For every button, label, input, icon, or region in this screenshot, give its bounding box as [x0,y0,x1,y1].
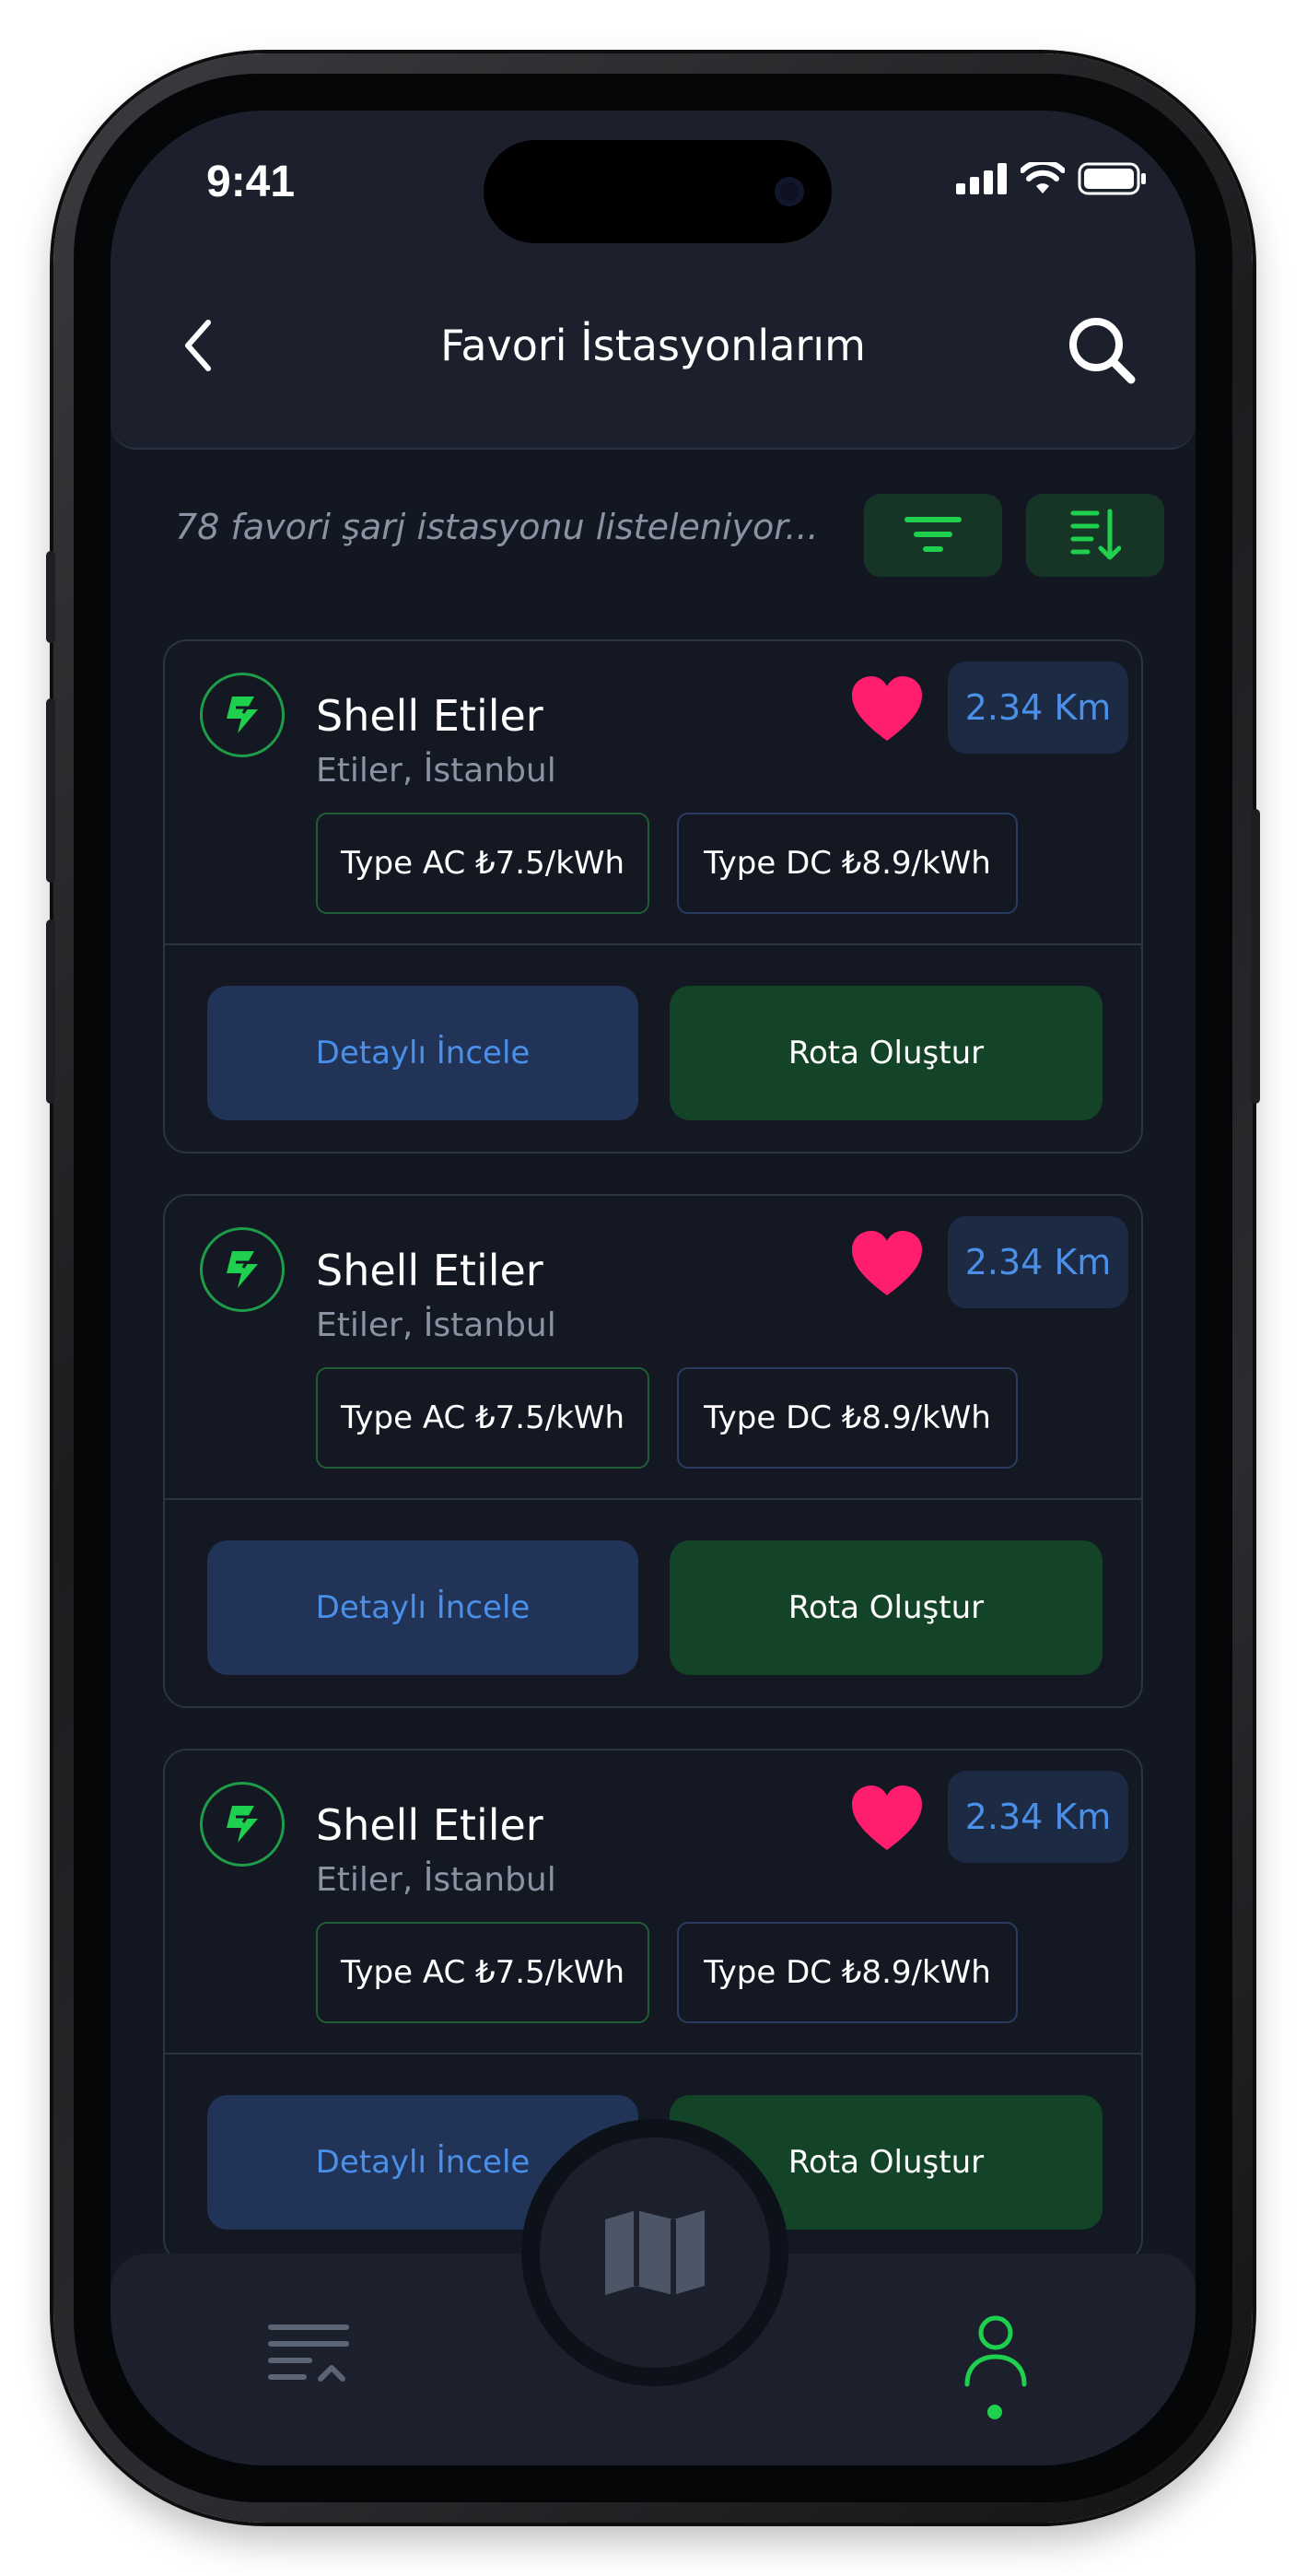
filter-button[interactable] [864,494,1002,577]
sort-button[interactable] [1026,494,1164,577]
connector-tag-ac: Type AC ₺7.5/kWh [316,813,649,914]
connector-tag-dc: Type DC ₺8.9/kWh [677,813,1018,914]
heart-icon[interactable] [850,1229,924,1299]
volume-down-button [46,919,55,1104]
card-divider [165,943,1141,945]
status-icons [956,162,1148,195]
station-logo [200,1227,285,1312]
detail-button[interactable]: Detaylı İncele [207,986,638,1120]
station-location: Etiler, İstanbul [316,1861,556,1899]
station-name: Shell Etiler [316,1246,543,1295]
heart-icon[interactable] [850,674,924,744]
wifi-icon [1021,162,1065,193]
card-divider [165,2053,1141,2055]
station-name: Shell Etiler [316,691,543,741]
volume-up-button [46,698,55,883]
station-location: Etiler, İstanbul [316,1306,556,1344]
charging-bolt-icon [227,1806,258,1843]
list-icon[interactable] [267,2322,350,2386]
route-button[interactable]: Rota Oluştur [670,986,1103,1120]
map-icon [605,2210,705,2295]
battery-icon [1078,162,1146,195]
card-divider [165,1498,1141,1500]
power-button [1251,809,1260,1104]
filter-icon [904,517,962,552]
station-name: Shell Etiler [316,1800,543,1850]
action-button [46,551,55,643]
dynamic-island [484,140,832,243]
connector-tag-ac: Type AC ₺7.5/kWh [316,1922,649,2023]
distance-badge: 2.34 Km [948,1771,1128,1863]
route-button[interactable]: Rota Oluştur [670,1540,1103,1675]
search-button[interactable] [1065,313,1138,387]
connector-tag-ac: Type AC ₺7.5/kWh [316,1367,649,1469]
connector-tag-dc: Type DC ₺8.9/kWh [677,1922,1018,2023]
heart-icon[interactable] [850,1784,924,1854]
search-icon [1069,318,1136,384]
distance-badge: 2.34 Km [948,662,1128,754]
station-logo [200,1782,285,1867]
user-icon[interactable] [963,2314,1028,2388]
signal-icon [956,163,1007,194]
charging-bolt-icon [227,1251,258,1288]
page-title: Favori İstasyonlarım [440,321,866,370]
camera-icon [775,177,804,206]
connector-tag-dc: Type DC ₺8.9/kWh [677,1367,1018,1469]
active-indicator [987,2405,1002,2419]
station-location: Etiler, İstanbul [316,752,556,790]
app-screen: 9:41 Favori İstasyonlarım 78 favori şarj… [111,111,1196,2465]
charging-bolt-icon [227,697,258,733]
map-button[interactable] [540,2137,770,2368]
results-summary: 78 favori şarj istasyonu listeleniyor... [175,507,819,547]
detail-button[interactable]: Detaylı İncele [207,1540,638,1675]
status-time: 9:41 [206,158,296,206]
station-logo [200,673,285,757]
station-card: Shell Etiler Etiler, İstanbul 2.34 Km Ty… [163,1194,1143,1708]
station-card: Shell Etiler Etiler, İstanbul 2.34 Km Ty… [163,639,1143,1153]
distance-badge: 2.34 Km [948,1216,1128,1308]
sort-icon [1070,509,1121,560]
